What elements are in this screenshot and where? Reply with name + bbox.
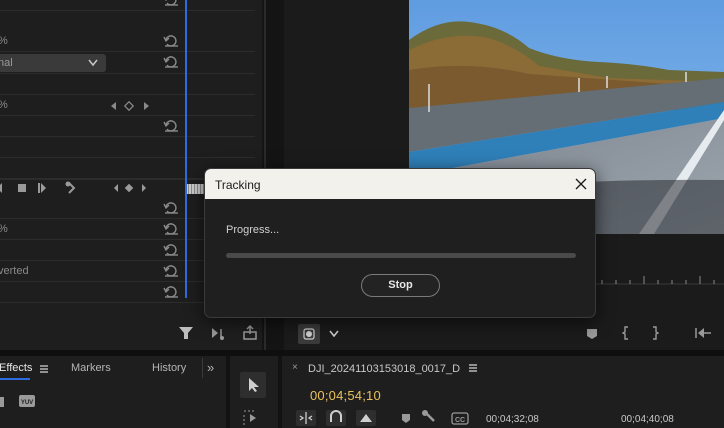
blend-mode-select[interactable]: nal	[0, 54, 106, 72]
filter-icon	[179, 327, 193, 339]
track-forward-icon	[41, 183, 46, 193]
ec-row	[0, 116, 255, 137]
stop-button[interactable]: Stop	[361, 274, 440, 297]
mask-tracking-controls[interactable]	[0, 181, 154, 195]
tracking-dialog: Tracking Progress... Stop	[204, 168, 596, 318]
reset-icon[interactable]	[163, 55, 179, 69]
ec-row	[0, 0, 255, 11]
play-only-audio-icon	[212, 328, 218, 338]
tab-effects[interactable]: Effects	[0, 362, 32, 374]
ec-row-label: %	[0, 99, 8, 111]
reset-icon[interactable]	[163, 0, 179, 7]
svg-text:YUV: YUV	[21, 400, 33, 406]
svg-text:CC: CC	[455, 417, 465, 424]
chevron-down-icon[interactable]	[328, 329, 340, 339]
close-sequence-tab[interactable]: ×	[292, 362, 298, 373]
track-backward-icon	[0, 183, 2, 193]
yuv-icon[interactable]: YUV	[18, 394, 36, 408]
track-select-icon[interactable]	[242, 408, 264, 426]
add-keyframe-icon	[123, 100, 135, 112]
active-tab-indicator	[0, 378, 30, 380]
program-monitor-controls	[284, 318, 724, 350]
panel-menu-icon[interactable]	[39, 364, 49, 374]
close-icon[interactable]	[571, 174, 591, 194]
reset-icon[interactable]	[163, 243, 179, 257]
dialog-title: Tracking	[215, 178, 261, 192]
ec-row-label: verted	[0, 265, 29, 277]
keyframe-navigator[interactable]	[110, 100, 154, 112]
progress-label: Progress...	[226, 224, 280, 236]
mark-in-icon[interactable]	[622, 326, 630, 340]
next-keyframe-icon	[144, 102, 149, 110]
next-keyframe-icon	[142, 184, 146, 192]
folder-icon[interactable]	[0, 394, 6, 408]
mark-out-icon[interactable]	[651, 326, 659, 340]
playhead-line[interactable]	[185, 0, 187, 298]
timeline-panel: × DJI_20241103153018_0017_D 00;04;54;10 …	[282, 356, 724, 428]
blend-mode-value: nal	[0, 57, 13, 69]
timeline-toolbar: CC	[296, 410, 469, 426]
reset-icon[interactable]	[163, 264, 179, 278]
effect-controls-footer-tools	[179, 324, 257, 340]
selection-tool-button[interactable]	[240, 372, 266, 398]
panel-tabs: Effects Markers History »	[0, 356, 226, 380]
tab-history[interactable]: History	[152, 362, 186, 374]
reset-icon[interactable]	[163, 34, 179, 48]
effects-panel: Effects Markers History » YUV	[0, 356, 226, 428]
dialog-title-bar[interactable]: Tracking	[205, 169, 595, 199]
add-marker-button[interactable]	[298, 324, 320, 344]
ruler-timecode: 00;04;40;08	[621, 414, 674, 425]
ec-row-label: %	[0, 223, 8, 235]
go-to-in-icon[interactable]	[694, 326, 712, 340]
more-panels-button[interactable]: »	[207, 360, 214, 375]
panel-menu-icon[interactable]	[468, 363, 478, 373]
playhead-timecode[interactable]: 00;04;54;10	[310, 388, 381, 403]
prev-keyframe-icon	[111, 102, 116, 110]
prev-keyframe-icon	[114, 184, 118, 192]
reset-icon[interactable]	[163, 222, 179, 236]
keyframe-icon	[124, 183, 134, 193]
ec-row	[0, 137, 255, 158]
selection-arrow-icon	[249, 378, 259, 392]
stop-track-icon	[18, 184, 26, 192]
tools-panel	[230, 356, 278, 428]
sequence-tab-title[interactable]: DJI_20241103153018_0017_D	[308, 363, 460, 375]
tab-divider	[202, 358, 203, 378]
marker-icon[interactable]	[586, 328, 598, 340]
record-icon	[303, 328, 315, 340]
ec-row-label: %	[0, 35, 8, 47]
reset-icon[interactable]	[163, 119, 179, 133]
reset-icon[interactable]	[163, 201, 179, 215]
ec-row-opacity: %	[0, 31, 255, 52]
timecode-ruler[interactable]	[584, 270, 724, 290]
tab-markers[interactable]: Markers	[71, 362, 111, 374]
progress-bar	[226, 253, 576, 258]
reset-icon[interactable]	[163, 285, 179, 299]
ec-row	[0, 74, 255, 95]
chevron-down-icon	[88, 59, 98, 67]
ruler-timecode: 00;04;32;08	[486, 414, 539, 425]
add-marker-icon	[402, 414, 410, 423]
